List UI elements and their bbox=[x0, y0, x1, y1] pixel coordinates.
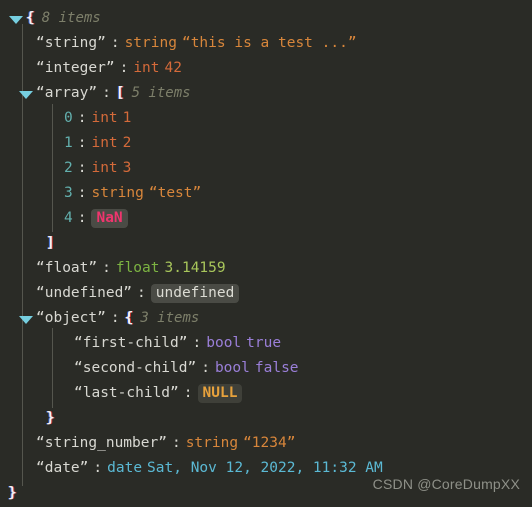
row-array-item-4[interactable]: 4 : NaN bbox=[0, 206, 532, 231]
key-string-number: “string_number” bbox=[36, 435, 167, 451]
array-item-count: 5 items bbox=[131, 85, 191, 101]
colon-2: : bbox=[77, 160, 87, 176]
colon-float: : bbox=[102, 260, 111, 276]
type-1: int bbox=[91, 135, 118, 151]
colon-string: : bbox=[110, 35, 120, 51]
colon-first-child: : bbox=[192, 335, 202, 351]
collapse-triangle-icon-array[interactable] bbox=[18, 86, 34, 102]
type-string: string bbox=[124, 35, 177, 51]
index-0: 0 bbox=[64, 110, 73, 126]
type-second-child: bool bbox=[214, 360, 250, 376]
key-float: “float” bbox=[36, 260, 98, 276]
colon-1: : bbox=[77, 135, 87, 151]
value-nan-badge: NaN bbox=[91, 209, 128, 228]
value-0: 1 bbox=[122, 110, 132, 126]
key-integer: “integer” bbox=[36, 60, 115, 76]
row-object-open[interactable]: “object” : { 3 items bbox=[0, 306, 532, 331]
row-array-item-3[interactable]: 3 : string “test” bbox=[0, 181, 532, 206]
object-open-brace: { bbox=[124, 310, 134, 326]
type-integer: int bbox=[133, 60, 160, 76]
value-string-number: “1234” bbox=[243, 435, 296, 451]
tree-root: { 8 items “string” : string “this is a t… bbox=[0, 6, 532, 506]
row-array-close: ] bbox=[0, 231, 532, 256]
row-root-open[interactable]: { 8 items bbox=[0, 6, 532, 31]
row-float[interactable]: “float” : float 3.14159 bbox=[0, 256, 532, 281]
colon-array: : bbox=[102, 85, 111, 101]
json-tree-viewer: { 8 items “string” : string “this is a t… bbox=[0, 0, 532, 507]
colon-date: : bbox=[93, 460, 103, 476]
root-close-brace: } bbox=[8, 485, 17, 501]
type-string-number: string bbox=[185, 435, 239, 451]
index-3: 3 bbox=[64, 185, 73, 201]
colon-0: : bbox=[77, 110, 87, 126]
key-object: “object” bbox=[36, 310, 106, 326]
index-2: 2 bbox=[64, 160, 73, 176]
type-0: int bbox=[91, 110, 118, 126]
row-array-item-0[interactable]: 0 : int 1 bbox=[0, 106, 532, 131]
type-float: float bbox=[115, 260, 160, 276]
type-first-child: bool bbox=[206, 335, 242, 351]
value-null-badge: NULL bbox=[197, 384, 243, 403]
value-1: 2 bbox=[122, 135, 132, 151]
type-3: string bbox=[91, 185, 144, 201]
colon-3: : bbox=[77, 185, 87, 201]
collapse-triangle-icon-root[interactable] bbox=[8, 11, 24, 27]
row-array-item-1[interactable]: 1 : int 2 bbox=[0, 131, 532, 156]
row-first-child[interactable]: “first-child” : bool true bbox=[0, 331, 532, 356]
value-3: “test” bbox=[148, 185, 202, 201]
key-array: “array” bbox=[36, 85, 98, 101]
value-second-child: false bbox=[254, 360, 299, 376]
index-1: 1 bbox=[64, 135, 73, 151]
key-string: “string” bbox=[36, 35, 106, 51]
root-open-brace: { bbox=[26, 10, 35, 26]
value-first-child: true bbox=[246, 335, 282, 351]
key-undefined: “undefined” bbox=[36, 285, 133, 301]
key-date: “date” bbox=[36, 460, 89, 476]
array-close-bracket: ] bbox=[46, 235, 55, 251]
colon-undefined: : bbox=[137, 285, 146, 301]
key-last-child: “last-child” bbox=[74, 385, 179, 401]
collapse-triangle-icon-object[interactable] bbox=[18, 311, 34, 327]
value-integer: 42 bbox=[164, 60, 182, 76]
value-string: “this is a test ...” bbox=[181, 35, 357, 51]
colon-object: : bbox=[110, 310, 120, 326]
root-item-count: 8 items bbox=[41, 10, 101, 26]
object-item-count: 3 items bbox=[140, 310, 200, 326]
value-undefined-badge: undefined bbox=[150, 284, 240, 303]
array-open-bracket: [ bbox=[115, 85, 125, 101]
row-integer[interactable]: “integer” : int 42 bbox=[0, 56, 532, 81]
row-array-item-2[interactable]: 2 : int 3 bbox=[0, 156, 532, 181]
row-last-child[interactable]: “last-child” : NULL bbox=[0, 381, 532, 406]
value-2: 3 bbox=[122, 160, 132, 176]
colon-integer: : bbox=[119, 60, 129, 76]
colon-last-child: : bbox=[183, 385, 193, 401]
colon-string-number: : bbox=[171, 435, 181, 451]
index-4: 4 bbox=[64, 210, 73, 226]
row-second-child[interactable]: “second-child” : bool false bbox=[0, 356, 532, 381]
object-close-brace: } bbox=[46, 410, 55, 426]
type-2: int bbox=[91, 160, 118, 176]
key-second-child: “second-child” bbox=[74, 360, 197, 376]
watermark-text: CSDN @CoreDumpXX bbox=[372, 476, 520, 492]
type-date: date bbox=[107, 460, 143, 476]
value-float: 3.14159 bbox=[164, 260, 226, 276]
row-string-number[interactable]: “string_number” : string “1234” bbox=[0, 431, 532, 456]
row-undefined[interactable]: “undefined” : undefined bbox=[0, 281, 532, 306]
key-first-child: “first-child” bbox=[74, 335, 188, 351]
row-object-close: } bbox=[0, 406, 532, 431]
value-date: Sat, Nov 12, 2022, 11:32 AM bbox=[147, 460, 383, 476]
colon-second-child: : bbox=[201, 360, 210, 376]
row-string[interactable]: “string” : string “this is a test ...” bbox=[0, 31, 532, 56]
colon-4: : bbox=[77, 210, 87, 226]
row-array-open[interactable]: “array” : [ 5 items bbox=[0, 81, 532, 106]
